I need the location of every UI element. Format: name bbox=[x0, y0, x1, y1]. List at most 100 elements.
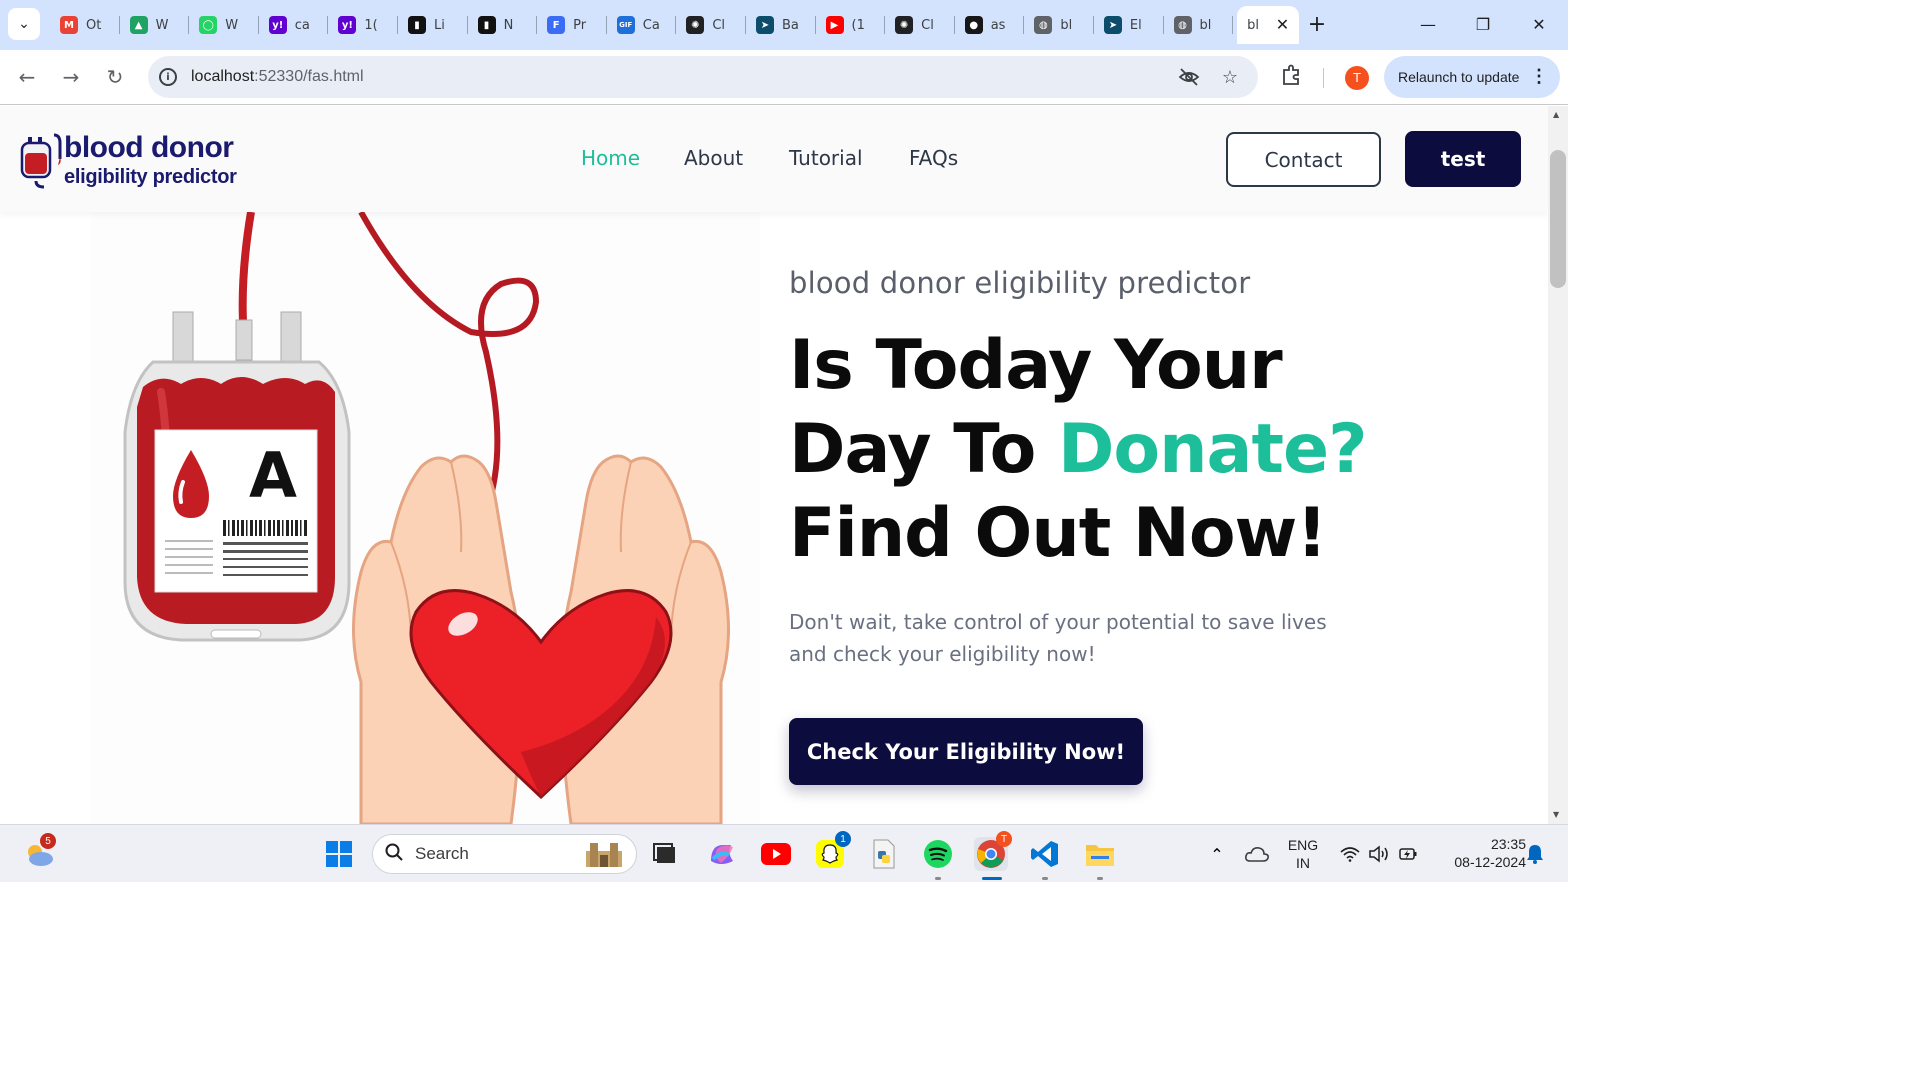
close-tab-icon[interactable]: ✕ bbox=[1276, 15, 1289, 34]
active-browser-tab[interactable]: bl ✕ bbox=[1237, 6, 1300, 44]
bookmark-star-icon[interactable]: ☆ bbox=[1219, 66, 1241, 88]
weather-icon[interactable]: 5 bbox=[22, 833, 56, 871]
chrome-icon[interactable]: T bbox=[974, 831, 1012, 871]
page-scrollbar[interactable]: ▲ ▼ bbox=[1548, 106, 1568, 824]
copilot-icon[interactable] bbox=[705, 837, 739, 871]
browser-tab[interactable]: F Pr bbox=[537, 6, 607, 44]
browser-tab[interactable]: ➤ Ba bbox=[746, 6, 816, 44]
relaunch-button[interactable]: Relaunch to update ⋮ bbox=[1384, 56, 1560, 98]
taskbar-search-box[interactable]: Search bbox=[372, 834, 637, 874]
file-explorer-icon[interactable] bbox=[1083, 837, 1117, 871]
test-button[interactable]: test bbox=[1405, 131, 1521, 187]
hero-illustration: A bbox=[91, 212, 760, 824]
python-file-icon[interactable] bbox=[867, 837, 901, 871]
close-window-button[interactable]: ✕ bbox=[1519, 8, 1559, 40]
browser-tab[interactable]: ▶ (1 bbox=[816, 6, 886, 44]
browser-toolbar: ← → ↻ i localhost:52330/fas.html ☆ T Rel… bbox=[0, 50, 1568, 105]
browser-tab-label: bl bbox=[1060, 17, 1073, 33]
taskbar-search-label: Search bbox=[415, 844, 469, 863]
forms-icon: F bbox=[547, 16, 566, 34]
language-indicator[interactable]: ENG IN bbox=[1285, 836, 1321, 872]
scroll-up-arrow-icon[interactable]: ▲ bbox=[1553, 110, 1559, 119]
browser-tab[interactable]: ▮ N bbox=[468, 6, 538, 44]
new-tab-button[interactable]: + bbox=[1303, 10, 1331, 38]
active-tab-label: bl bbox=[1247, 17, 1259, 33]
browser-tab[interactable]: GIF Ca bbox=[607, 6, 677, 44]
browser-tab[interactable]: ▲ W bbox=[120, 6, 190, 44]
gmail-icon: M bbox=[60, 16, 78, 34]
whatsapp-icon: ◯ bbox=[199, 16, 218, 34]
snapchat-badge: 1 bbox=[835, 831, 851, 847]
extensions-icon[interactable] bbox=[1280, 64, 1302, 91]
more-menu-icon[interactable]: ⋮ bbox=[1530, 66, 1548, 87]
vscode-icon[interactable] bbox=[1028, 837, 1062, 871]
page-viewport: blood donor eligibility predictor Home A… bbox=[0, 106, 1548, 824]
scroll-thumb[interactable] bbox=[1550, 150, 1566, 288]
browser-tab[interactable]: ◍ bl bbox=[1024, 6, 1094, 44]
browser-tab[interactable]: y! 1( bbox=[328, 6, 398, 44]
browser-tab[interactable]: ▮ Li bbox=[398, 6, 468, 44]
browser-tab[interactable]: ➤ El bbox=[1094, 6, 1164, 44]
spotify-running-indicator bbox=[935, 877, 941, 880]
volume-icon[interactable] bbox=[1362, 837, 1396, 871]
github-icon: ● bbox=[964, 16, 983, 34]
browser-tab-label: El bbox=[1129, 17, 1142, 33]
minimize-button[interactable]: — bbox=[1408, 8, 1448, 40]
tab-search-button[interactable]: ⌄ bbox=[8, 8, 40, 40]
snapchat-icon[interactable]: 1 bbox=[813, 831, 851, 871]
check-eligibility-button[interactable]: Check Your Eligibility Now! bbox=[789, 718, 1143, 785]
browser-tab-label: 1( bbox=[364, 17, 378, 33]
back-icon[interactable]: ← bbox=[12, 62, 42, 92]
scroll-down-arrow-icon[interactable]: ▼ bbox=[1553, 810, 1559, 819]
restore-button[interactable]: ❐ bbox=[1463, 8, 1503, 40]
youtube-icon[interactable] bbox=[759, 837, 793, 871]
browser-tab-label: as bbox=[990, 17, 1006, 33]
nav-about[interactable]: About bbox=[684, 146, 743, 170]
browser-tab[interactable]: ✺ Cl bbox=[676, 6, 746, 44]
hero-title-accent: Donate? bbox=[1057, 410, 1368, 489]
spotify-icon[interactable] bbox=[921, 837, 955, 871]
task-view-icon[interactable] bbox=[648, 837, 682, 871]
browser-tab-label: W bbox=[225, 17, 239, 33]
clock[interactable]: 23:35 08-12-2024 bbox=[1432, 835, 1526, 871]
browser-tab[interactable]: M Ot bbox=[50, 6, 120, 44]
chevron-up-icon[interactable]: ⌃ bbox=[1200, 837, 1234, 871]
hero-title-line2: Day To bbox=[789, 410, 1058, 489]
battery-charging-icon[interactable] bbox=[1392, 837, 1426, 871]
cursor-icon: ➤ bbox=[1103, 16, 1122, 34]
browser-tab[interactable]: ● as bbox=[955, 6, 1025, 44]
site-logo[interactable]: blood donor eligibility predictor bbox=[16, 128, 247, 192]
browser-tab-label: Ot bbox=[86, 17, 102, 33]
document-icon: ▮ bbox=[407, 16, 426, 34]
url-text[interactable]: localhost:52330/fas.html bbox=[191, 68, 364, 86]
chrome-profile-badge: T bbox=[996, 831, 1012, 847]
browser-tab[interactable]: ◯ W bbox=[189, 6, 259, 44]
site-info-icon[interactable]: i bbox=[159, 68, 177, 86]
browser-tab[interactable]: y! ca bbox=[259, 6, 329, 44]
yahoo-icon: y! bbox=[268, 16, 287, 34]
profile-avatar[interactable]: T bbox=[1345, 66, 1369, 90]
gif-icon: GIF bbox=[616, 16, 635, 34]
windows-taskbar: 5 Search 1 T ⌃ ENG IN 23:35 08-12-2024 bbox=[0, 824, 1568, 882]
browser-tab-label: Cl bbox=[712, 17, 726, 33]
browser-tab[interactable]: ◍ bl bbox=[1164, 6, 1234, 44]
nav-tutorial[interactable]: Tutorial bbox=[789, 146, 863, 170]
browser-tab-label: Ba bbox=[781, 17, 798, 33]
tab-list: M Ot ▲ W ◯ Wy! ca y! 1(▮ Li ▮ N F Pr GIF Ca ✺ Cl ➤ Ba ▶ (1 ✺ Cl… bbox=[50, 6, 1300, 44]
browser-tab-label: Pr bbox=[573, 17, 587, 33]
browser-tab[interactable]: ✺ Cl bbox=[885, 6, 955, 44]
forward-icon[interactable]: → bbox=[56, 62, 86, 92]
eye-off-icon[interactable] bbox=[1178, 66, 1200, 88]
nav-home[interactable]: Home bbox=[581, 146, 640, 170]
openai-icon: ✺ bbox=[686, 16, 705, 34]
logo-line2: eligibility predictor bbox=[64, 166, 237, 188]
blood-type-label: A bbox=[249, 439, 297, 512]
address-bar[interactable]: i localhost:52330/fas.html ☆ bbox=[148, 56, 1258, 98]
reload-icon[interactable]: ↻ bbox=[100, 62, 130, 92]
notification-bell-icon[interactable] bbox=[1518, 837, 1552, 871]
toolbar-divider bbox=[1323, 68, 1324, 88]
onedrive-cloud-icon[interactable] bbox=[1240, 837, 1274, 871]
nav-faqs[interactable]: FAQs bbox=[909, 146, 958, 170]
start-windows-icon[interactable] bbox=[322, 837, 356, 871]
contact-button[interactable]: Contact bbox=[1226, 132, 1381, 187]
